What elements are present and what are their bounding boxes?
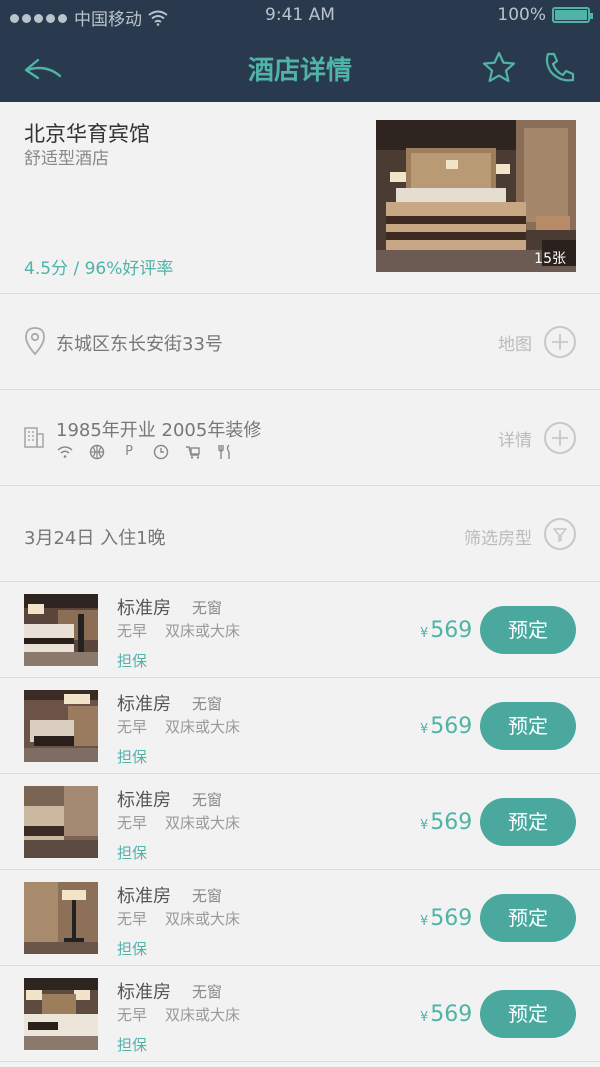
room-breakfast: 无早	[117, 622, 148, 640]
room-bed-type: 双床或大床	[165, 814, 241, 832]
building-icon	[24, 424, 44, 452]
room-bed-type: 双床或大床	[165, 718, 241, 736]
room-price: ¥569	[420, 810, 472, 835]
facility-row[interactable]: 1985年开业 2005年装修 P 详情	[0, 390, 600, 486]
book-button[interactable]: 预定	[480, 894, 576, 942]
room-name: 标准房	[117, 982, 171, 1003]
room-breakfast: 无早	[117, 910, 148, 928]
star-icon[interactable]	[480, 48, 520, 88]
room-window: 无窗	[192, 695, 223, 713]
hotel-photo[interactable]: 15张	[376, 120, 576, 272]
price-value: 569	[430, 810, 473, 835]
room-window: 无窗	[192, 983, 223, 1001]
battery-percent: 100%	[497, 5, 546, 25]
room-price: ¥569	[420, 1002, 472, 1027]
book-button[interactable]: 预定	[480, 990, 576, 1038]
room-name: 标准房	[117, 694, 171, 715]
room-bed-type: 双床或大床	[165, 622, 241, 640]
luggage-icon	[184, 444, 202, 460]
map-plus-icon[interactable]	[544, 326, 576, 358]
room-price: ¥569	[420, 906, 472, 931]
map-link[interactable]: 地图	[498, 330, 532, 355]
room-name: 标准房	[117, 598, 171, 619]
currency-symbol: ¥	[420, 722, 429, 737]
room-guarantee: 担保	[117, 844, 148, 862]
filter-room-type-link[interactable]: 筛选房型	[464, 524, 532, 549]
parking-icon: P	[125, 444, 133, 459]
room-photo[interactable]	[24, 594, 98, 666]
room-breakfast: 无早	[117, 718, 148, 736]
room-photo[interactable]	[24, 978, 98, 1050]
status-bar: 中国移动 9:41 AM 100%	[0, 0, 600, 32]
room-photo[interactable]	[24, 786, 98, 858]
book-button[interactable]: 预定	[480, 702, 576, 750]
price-value: 569	[430, 906, 473, 931]
room-item[interactable]: 标准房 无窗 无早 双床或大床 担保 ¥569 预定	[0, 582, 600, 678]
room-breakfast: 无早	[117, 814, 148, 832]
room-price: ¥569	[420, 714, 472, 739]
photo-count: 15张	[534, 251, 566, 267]
details-plus-icon[interactable]	[544, 422, 576, 454]
book-button[interactable]: 预定	[480, 798, 576, 846]
room-photo[interactable]	[24, 882, 98, 954]
location-pin-icon	[24, 326, 46, 360]
room-name: 标准房	[117, 790, 171, 811]
room-photo[interactable]	[24, 690, 98, 762]
room-item[interactable]: 标准房 无窗 无早 双床或大床 担保 ¥569 预定	[0, 774, 600, 870]
header: 中国移动 9:41 AM 100% 酒店详情	[0, 0, 600, 102]
hotel-summary: 北京华育宾馆 舒适型酒店 4.5分 / 96%好评率 15张	[0, 102, 600, 294]
stay-date: 3月24日 入住1晚	[24, 528, 166, 549]
currency-symbol: ¥	[420, 818, 429, 833]
price-value: 569	[430, 618, 473, 643]
room-window: 无窗	[192, 599, 223, 617]
currency-symbol: ¥	[420, 914, 429, 929]
currency-symbol: ¥	[420, 1010, 429, 1025]
battery-icon	[552, 7, 593, 23]
facility-text: 1985年开业 2005年装修	[56, 420, 262, 441]
room-guarantee: 担保	[117, 940, 148, 958]
room-guarantee: 担保	[117, 652, 148, 670]
address-row[interactable]: 东城区东长安街33号 地图	[0, 294, 600, 390]
filter-icon[interactable]	[544, 518, 576, 550]
amenities: P	[56, 444, 234, 460]
room-bed-type: 双床或大床	[165, 910, 241, 928]
wifi-icon	[56, 444, 74, 460]
price-value: 569	[430, 714, 473, 739]
address-text: 东城区东长安街33号	[56, 334, 223, 355]
room-breakfast: 无早	[117, 1006, 148, 1024]
room-window: 无窗	[192, 887, 223, 905]
room-bed-type: 双床或大床	[165, 1006, 241, 1024]
price-value: 569	[430, 1002, 473, 1027]
book-button[interactable]: 预定	[480, 606, 576, 654]
room-item[interactable]: 标准房 无窗 无早 双床或大床 担保 ¥569 预定	[0, 966, 600, 1062]
globe-icon	[88, 444, 106, 460]
hotel-rating: 4.5分 / 96%好评率	[24, 259, 174, 279]
clock-icon	[152, 444, 170, 460]
currency-symbol: ¥	[420, 626, 429, 641]
filter-row: 3月24日 入住1晚 筛选房型	[0, 486, 600, 582]
room-item[interactable]: 标准房 无窗 无早 双床或大床 担保 ¥569 预定	[0, 870, 600, 966]
room-price: ¥569	[420, 618, 472, 643]
room-guarantee: 担保	[117, 1036, 148, 1054]
phone-icon[interactable]	[540, 48, 580, 88]
hotel-type: 舒适型酒店	[24, 149, 109, 169]
room-window: 无窗	[192, 791, 223, 809]
room-guarantee: 担保	[117, 748, 148, 766]
details-link[interactable]: 详情	[498, 426, 532, 451]
room-item[interactable]: 标准房 无窗 无早 双床或大床 担保 ¥569 预定	[0, 678, 600, 774]
restaurant-icon	[216, 444, 234, 460]
room-name: 标准房	[117, 886, 171, 907]
